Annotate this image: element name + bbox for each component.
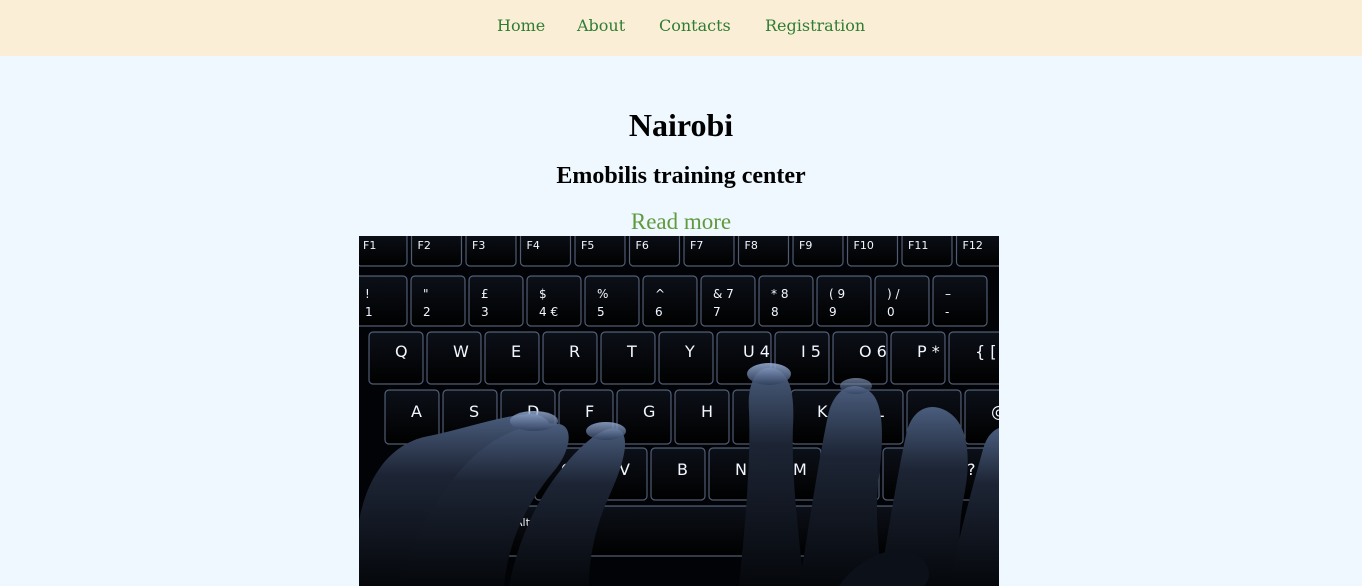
key-bottom-5-label: B (677, 460, 688, 479)
key-home-2-label: S (469, 402, 479, 421)
key-number-11-label: - (945, 305, 949, 319)
key-number-10-label: 0 (887, 305, 895, 319)
key-f8-label: F8 (745, 239, 758, 252)
key-number-2 (410, 275, 466, 327)
hero-image: F1 F2 F3 F4 F5 F6 F7 F8 F9 F10 F11 F12! 1 " 2 £3 $4 €% 5 ^… (359, 236, 999, 586)
key-f9-label: F9 (799, 239, 812, 252)
key-f4-label: F4 (527, 239, 540, 252)
key-y-label: Y (684, 342, 695, 361)
key-number-5-label: % (597, 287, 608, 301)
right-middle-nail (840, 378, 872, 394)
key-w-label: W (453, 342, 469, 361)
key-bottom-6-label: N (735, 460, 747, 479)
key-number-5-label: 5 (597, 305, 605, 319)
key-number-4-label: $ (539, 287, 547, 301)
key-number-6-label: 6 (655, 305, 663, 319)
key-number-9-label: ( 9 (829, 287, 845, 301)
key-number-7-label: 7 (713, 305, 721, 319)
key-f11-label: F11 (908, 239, 928, 252)
key-p-label: P * (917, 342, 940, 361)
key-number-7 (700, 275, 756, 327)
key-brace-label: { [ (975, 342, 997, 361)
page-subtitle: Emobilis training center (556, 163, 806, 189)
key-bottom-10-label: ? (967, 460, 976, 479)
key-number-10-label: ) / (887, 287, 900, 301)
key-o-label: O 6 (859, 342, 887, 361)
key-number-1-label: 1 (365, 305, 373, 319)
key-f7-label: F7 (690, 239, 703, 252)
read-more-link[interactable]: Read more (631, 209, 731, 234)
nav-home-link[interactable]: Home (497, 16, 545, 35)
key-f2-label: F2 (418, 239, 431, 252)
key-number-2-label: 2 (423, 305, 431, 319)
key-number-3-label: £ (481, 287, 489, 301)
key-bottom-7-label: M (793, 460, 807, 479)
key-f1-label: F1 (363, 239, 376, 252)
key-f12-label: F12 (963, 239, 983, 252)
key-number-9-label: 9 (829, 305, 837, 319)
nav-registration-link[interactable]: Registration (765, 16, 865, 35)
key-number-3 (468, 275, 524, 327)
key-home-5-label: G (643, 402, 655, 421)
key-number-4-label: 4 € (539, 305, 558, 319)
page-title: Nairobi (628, 107, 734, 143)
key-number-10 (874, 275, 930, 327)
key-i-label: I 5 (801, 342, 821, 361)
read-more-container: Read more (0, 209, 1362, 235)
key-e-label: E (511, 342, 521, 361)
key-number-7-label: & 7 (713, 287, 734, 301)
key-home-1-label: A (411, 402, 422, 421)
key-home-8-label: K (817, 402, 828, 421)
left-finger-nail (510, 411, 558, 431)
key-number-3-label: 3 (481, 305, 489, 319)
right-index-nail (747, 363, 791, 385)
nav-about-link[interactable]: About (577, 16, 625, 35)
key-number-1-label: ! (365, 287, 370, 301)
top-nav: Home About Contacts Registration (0, 0, 1362, 56)
key-f3-label: F3 (472, 239, 485, 252)
key-u-label: U 4 (743, 342, 770, 361)
key-home-11-label: @ (991, 402, 999, 421)
key-f6-label: F6 (636, 239, 649, 252)
key-number-8 (758, 275, 814, 327)
left-index-nail (586, 422, 626, 440)
key-home-4-label: F (585, 402, 594, 421)
key-number-2-label: " (423, 287, 429, 301)
key-f5-label: F5 (581, 239, 594, 252)
key-number-6 (642, 275, 698, 327)
key-number-11 (932, 275, 988, 327)
key-f10-label: F10 (854, 239, 874, 252)
key-number-5 (584, 275, 640, 327)
nav-contacts-link[interactable]: Contacts (659, 16, 731, 35)
key-t-label: T (626, 342, 637, 361)
key-number-8-label: * 8 (771, 287, 788, 301)
key-q-label: Q (395, 342, 408, 361)
key-r-label: R (569, 342, 580, 361)
keyboard-photo: F1 F2 F3 F4 F5 F6 F7 F8 F9 F10 F11 F12!1"2£3$4 €%5^… (359, 236, 999, 586)
key-home-6-label: H (701, 402, 713, 421)
key-number-8-label: 8 (771, 305, 779, 319)
key-number-6-label: ^ (655, 287, 665, 301)
key-number-9 (816, 275, 872, 327)
key-number-11-label: – (945, 287, 951, 301)
